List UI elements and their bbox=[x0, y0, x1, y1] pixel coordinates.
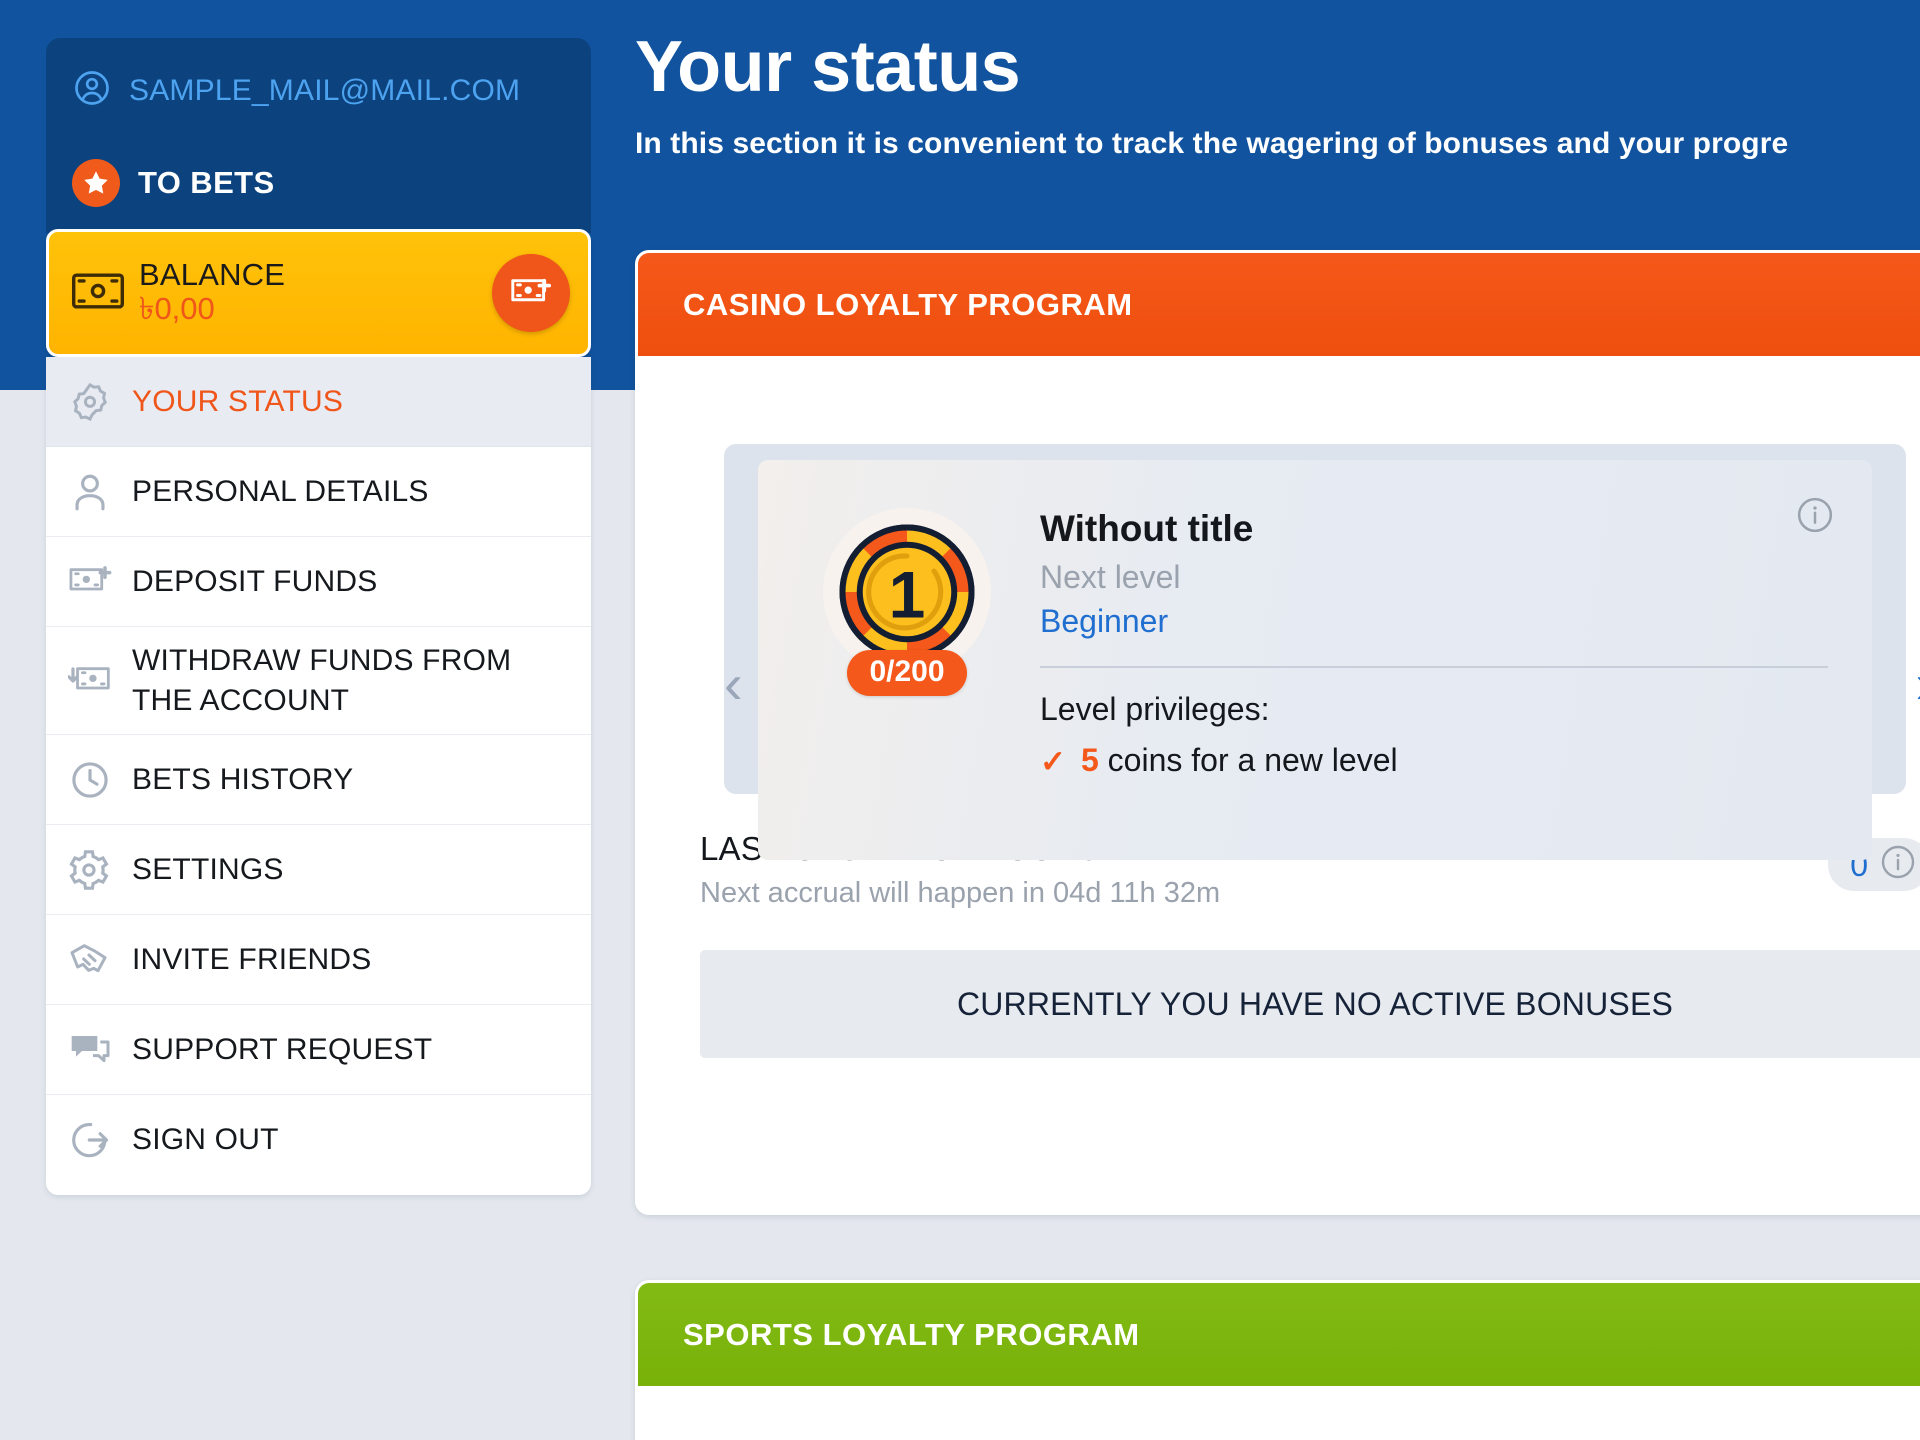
person-icon bbox=[68, 471, 112, 513]
sidebar-item-label: BETS HISTORY bbox=[132, 762, 354, 796]
balance-texts: BALANCE ৳0,00 bbox=[139, 256, 286, 328]
info-circle-icon[interactable] bbox=[1880, 844, 1916, 885]
banknote-down-icon bbox=[68, 663, 112, 699]
sidebar-item-label: INVITE FRIENDS bbox=[132, 942, 372, 976]
level-privilege-row: ✓ 5 coins for a new level bbox=[1040, 742, 1828, 779]
sidebar-item-settings[interactable]: SETTINGS bbox=[46, 825, 591, 915]
star-icon bbox=[72, 159, 120, 207]
deposit-button[interactable] bbox=[492, 254, 570, 332]
sidebar-item-your-status[interactable]: YOUR STATUS bbox=[46, 357, 591, 447]
check-icon: ✓ bbox=[1040, 744, 1066, 780]
casino-panel-body: ‹ › bbox=[638, 356, 1920, 1058]
sidebar-item-invite-friends[interactable]: INVITE FRIENDS bbox=[46, 915, 591, 1005]
account-email: SAMPLE_MAIL@MAIL.COM bbox=[129, 73, 521, 107]
level-info-icon[interactable] bbox=[1796, 496, 1834, 539]
carousel-prev-arrow[interactable]: ‹ bbox=[724, 656, 743, 712]
level-medal: 1 0/200 bbox=[802, 508, 1012, 696]
sidebar-item-personal-details[interactable]: PERSONAL DETAILS bbox=[46, 447, 591, 537]
gear-icon bbox=[68, 849, 112, 891]
banknote-plus-icon bbox=[68, 564, 112, 600]
svg-text:1: 1 bbox=[889, 558, 926, 632]
chat-bubbles-icon bbox=[68, 1030, 112, 1070]
banknote-icon bbox=[71, 271, 125, 316]
sidebar-item-label: SIGN OUT bbox=[132, 1123, 279, 1157]
page-subtitle: In this section it is convenient to trac… bbox=[635, 126, 1789, 160]
account-sidebar: SAMPLE_MAIL@MAIL.COM TO BETS BALANCE ৳0,… bbox=[46, 38, 591, 1195]
sidebar-item-bets-history[interactable]: BETS HISTORY bbox=[46, 735, 591, 825]
no-active-bonuses-banner: CURRENTLY YOU HAVE NO ACTIVE BONUSES bbox=[700, 950, 1920, 1058]
sidebar-item-label: YOUR STATUS bbox=[132, 384, 344, 418]
sidebar-item-sign-out[interactable]: SIGN OUT bbox=[46, 1095, 591, 1185]
sidebar-item-label: PERSONAL DETAILS bbox=[132, 474, 429, 508]
to-bets-label: TO BETS bbox=[138, 165, 275, 200]
casino-loyalty-panel: CASINO LOYALTY PROGRAM ‹ › bbox=[635, 250, 1920, 1215]
page-title: Your status bbox=[635, 27, 1021, 107]
balance-label: BALANCE bbox=[139, 256, 286, 292]
sign-out-icon bbox=[68, 1119, 112, 1161]
casino-panel-title: CASINO LOYALTY PROGRAM bbox=[683, 286, 1133, 322]
clock-icon bbox=[68, 759, 112, 801]
sidebar-item-support-request[interactable]: SUPPORT REQUEST bbox=[46, 1005, 591, 1095]
privilege-amount: 5 bbox=[1080, 742, 1099, 779]
handshake-icon bbox=[68, 940, 112, 980]
level-divider bbox=[1040, 666, 1828, 669]
sports-panel-title: SPORTS LOYALTY PROGRAM bbox=[683, 1316, 1140, 1352]
carousel-next-arrow[interactable]: › bbox=[1915, 656, 1920, 712]
sports-loyalty-panel: SPORTS LOYALTY PROGRAM bbox=[635, 1280, 1920, 1440]
level-privileges-title: Level privileges: bbox=[1040, 691, 1270, 728]
sidebar-item-deposit-funds[interactable]: DEPOSIT FUNDS bbox=[46, 537, 591, 627]
casino-panel-header: CASINO LOYALTY PROGRAM bbox=[638, 253, 1920, 356]
sports-panel-header: SPORTS LOYALTY PROGRAM bbox=[638, 1283, 1920, 1386]
level-title: Without title bbox=[1040, 508, 1254, 549]
sidebar-menu: YOUR STATUS PERSONAL DETAILS DEPOSIT FUN… bbox=[46, 357, 591, 1195]
cashback-subtitle: Next accrual will happen in 04d 11h 32m bbox=[700, 877, 1221, 909]
page-header: Your status In this section it is conven… bbox=[635, 27, 1920, 161]
sidebar-item-label: SETTINGS bbox=[132, 852, 284, 886]
sidebar-account-header: SAMPLE_MAIL@MAIL.COM TO BETS bbox=[46, 38, 591, 233]
level-details: Without title Next level Beginner Level … bbox=[1012, 502, 1828, 779]
sidebar-item-label: WITHDRAW FUNDS FROM THE ACCOUNT bbox=[132, 643, 512, 717]
coin-chip-icon: 1 bbox=[839, 524, 975, 660]
level-card: 1 0/200 Without title Next level Beginne… bbox=[758, 460, 1872, 860]
gear-badge-icon bbox=[68, 381, 112, 423]
next-level-label: Next level bbox=[1040, 559, 1181, 596]
to-bets-button[interactable]: TO BETS bbox=[72, 159, 565, 207]
balance-card[interactable]: BALANCE ৳0,00 bbox=[46, 229, 591, 357]
sidebar-item-withdraw-funds[interactable]: WITHDRAW FUNDS FROM THE ACCOUNT bbox=[46, 627, 591, 735]
sidebar-item-label: SUPPORT REQUEST bbox=[132, 1032, 433, 1066]
no-active-bonuses-text: CURRENTLY YOU HAVE NO ACTIVE BONUSES bbox=[956, 985, 1674, 1022]
account-email-row[interactable]: SAMPLE_MAIL@MAIL.COM bbox=[72, 68, 565, 113]
balance-amount: ৳0,00 bbox=[139, 291, 215, 327]
next-level-value[interactable]: Beginner bbox=[1040, 603, 1828, 640]
level-progress-pill: 0/200 bbox=[847, 650, 967, 696]
user-circle-icon bbox=[72, 68, 112, 113]
level-carousel: ‹ › bbox=[686, 356, 1920, 860]
sidebar-item-label: DEPOSIT FUNDS bbox=[132, 564, 378, 598]
privilege-text: coins for a new level bbox=[1107, 742, 1398, 779]
